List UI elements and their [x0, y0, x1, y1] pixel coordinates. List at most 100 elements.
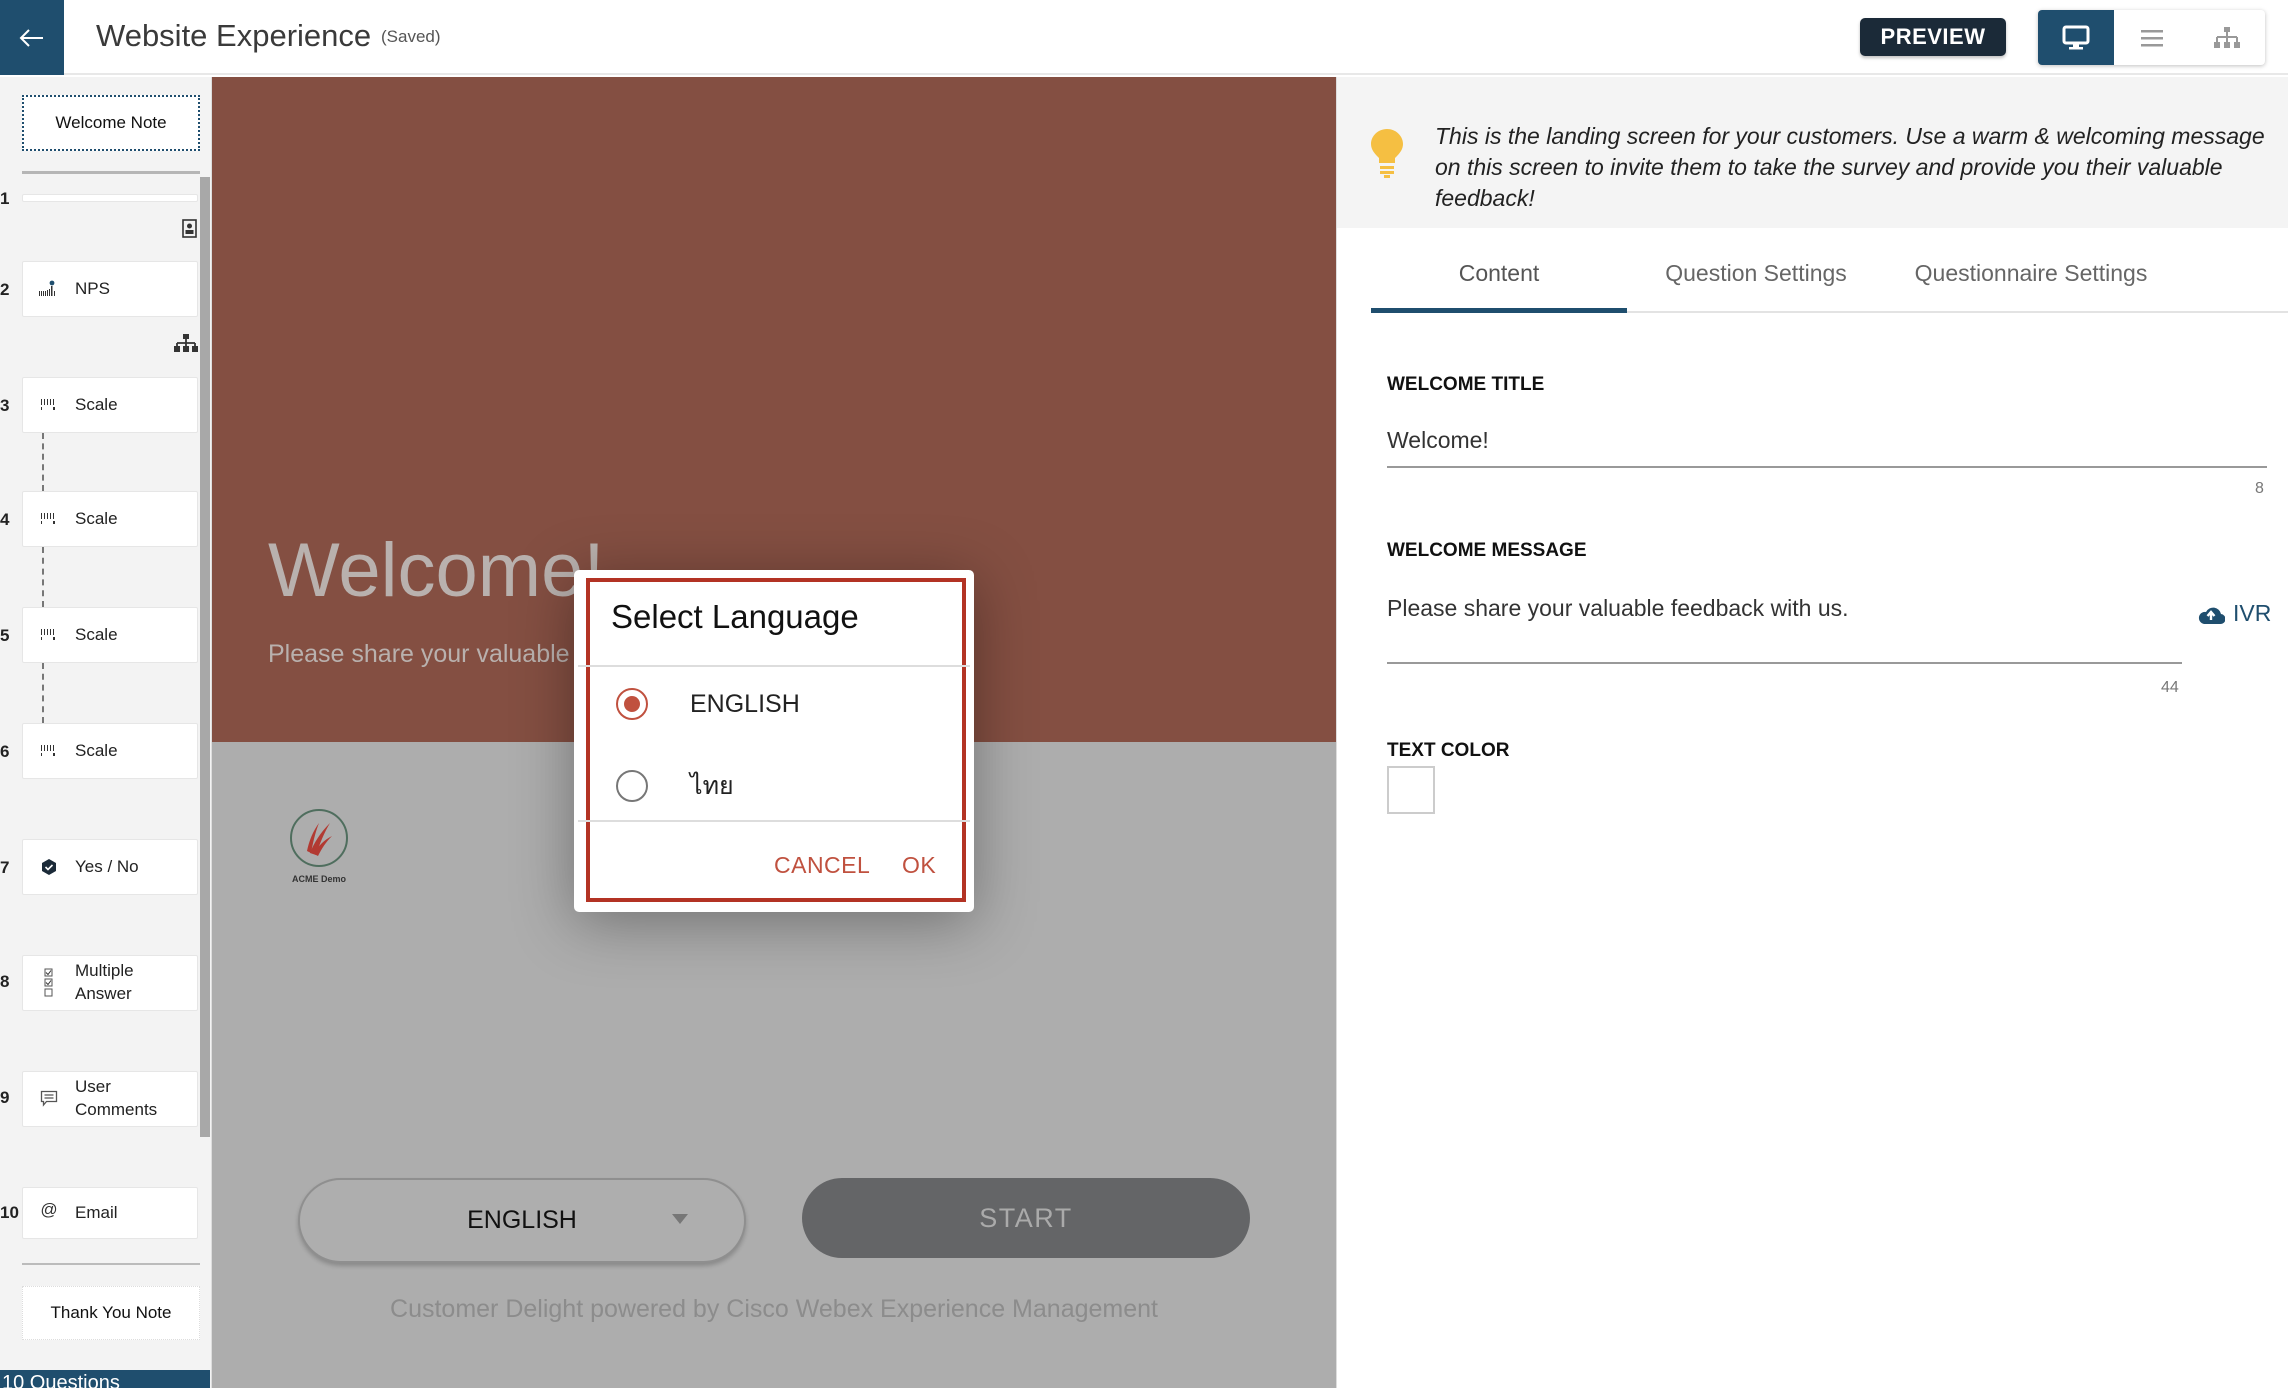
tip-banner: This is the landing screen for your cust…: [1337, 77, 2288, 228]
arrow-left-icon: [19, 28, 43, 47]
question-number: 6: [0, 742, 10, 761]
page-title: Website Experience: [96, 18, 372, 53]
sidebar-divider: [22, 1263, 200, 1265]
text-color-label: TEXT COLOR: [1387, 740, 1510, 761]
question-item-9[interactable]: User Comments: [22, 1071, 198, 1127]
radio-unselected-icon[interactable]: [616, 770, 648, 802]
welcome-message-label: WELCOME MESSAGE: [1387, 540, 1587, 561]
tab-questionnaire-settings[interactable]: Questionnaire Settings: [1885, 260, 2177, 313]
comment-icon: [40, 1090, 58, 1107]
brand-logo: ACME Demo: [284, 807, 354, 884]
language-option-thai[interactable]: ไทย: [616, 766, 734, 806]
tab-question-settings[interactable]: Question Settings: [1627, 260, 1885, 313]
question-label: User Comments: [75, 1077, 158, 1119]
question-label: Multiple Answer: [75, 961, 134, 1003]
ok-button[interactable]: OK: [902, 852, 936, 879]
skip-logic-connector: [42, 663, 44, 723]
view-mode-switch: [2038, 10, 2265, 65]
save-status: (Saved): [381, 27, 441, 46]
question-label: Email: [75, 1202, 118, 1222]
scale-icon: [41, 629, 55, 640]
question-item-8[interactable]: Multiple Answer: [22, 955, 198, 1011]
question-item-5[interactable]: Scale: [22, 607, 198, 663]
question-item-2[interactable]: NPS: [22, 261, 198, 317]
acme-logo-icon: [290, 809, 348, 867]
multiple-answer-icon: [44, 968, 53, 997]
cancel-button[interactable]: CANCEL: [774, 852, 870, 879]
tip-text: This is the landing screen for your cust…: [1435, 123, 2265, 211]
question-item-7[interactable]: Yes / No: [22, 839, 198, 895]
contact-card-icon: [182, 219, 197, 238]
powered-by-footer: Customer Delight powered by Cisco Webex …: [390, 1295, 1158, 1323]
select-language-dialog: Select Language ENGLISH ไทย CANCEL OK: [574, 570, 974, 912]
question-number: 8: [0, 972, 10, 991]
app-header: Website Experience (Saved) PREVIEW: [0, 0, 2288, 75]
logo-text: ACME Demo: [291, 874, 346, 884]
welcome-title-label: WELCOME TITLE: [1387, 374, 1545, 395]
language-dropdown[interactable]: ENGLISH: [298, 1178, 746, 1263]
question-item-4[interactable]: Scale: [22, 491, 198, 547]
hierarchy-icon: [2214, 26, 2241, 48]
cloud-upload-icon: [2198, 607, 2225, 624]
desktop-icon: [2062, 25, 2090, 49]
question-number: 7: [0, 858, 10, 877]
scale-icon: [41, 745, 55, 756]
scale-icon: [41, 513, 55, 524]
question-item-10[interactable]: @ Email: [22, 1187, 198, 1239]
nps-icon: [39, 280, 55, 296]
question-label: NPS: [75, 278, 110, 298]
view-desktop-button[interactable]: [2038, 10, 2114, 65]
welcome-title-input[interactable]: [1387, 427, 2267, 468]
yes-no-icon: [42, 859, 56, 875]
preview-welcome-title: Welcome!: [268, 528, 605, 613]
question-number: 4: [0, 510, 10, 529]
text-color-swatch[interactable]: [1387, 766, 1435, 814]
thank-you-note-item[interactable]: Thank You Note: [22, 1286, 200, 1340]
tab-content[interactable]: Content: [1371, 260, 1627, 313]
branching-icon: [174, 334, 198, 352]
question-sidebar: Welcome Note 1 2 NPS 3 Scale 4 Scale 5 S…: [0, 77, 212, 1388]
scale-icon: [41, 399, 55, 410]
ivr-label: IVR: [2233, 600, 2272, 626]
question-label: Scale: [75, 394, 118, 414]
question-item-1[interactable]: [22, 194, 198, 202]
lightbulb-icon: [1371, 129, 1403, 178]
welcome-message-input[interactable]: [1387, 595, 2182, 664]
dialog-divider: [578, 665, 970, 667]
sidebar-scrollbar[interactable]: [200, 177, 210, 1137]
question-number: 5: [0, 626, 10, 645]
dialog-divider: [578, 820, 970, 822]
ivr-upload-button[interactable]: IVR: [2197, 600, 2271, 627]
preview-button[interactable]: PREVIEW: [1860, 18, 2006, 56]
skip-logic-connector: [42, 433, 44, 491]
question-label: Scale: [75, 740, 118, 760]
at-icon: @: [40, 1200, 58, 1219]
question-number: 9: [0, 1088, 10, 1107]
back-button[interactable]: [0, 0, 64, 75]
language-option-label: ไทย: [690, 772, 734, 800]
view-list-button[interactable]: [2114, 10, 2190, 65]
question-item-6[interactable]: Scale: [22, 723, 198, 779]
question-label: Scale: [75, 624, 118, 644]
caret-down-icon: [672, 1214, 688, 1224]
question-number: 2: [0, 280, 10, 299]
language-dropdown-value: ENGLISH: [467, 1206, 577, 1234]
questions-count-bar[interactable]: 10 Questions: [0, 1370, 210, 1388]
language-option-label: ENGLISH: [690, 689, 800, 718]
question-label: Scale: [75, 508, 118, 528]
view-hierarchy-button[interactable]: [2190, 10, 2266, 65]
language-option-english[interactable]: ENGLISH: [616, 688, 800, 720]
welcome-title-char-count: 8: [2255, 480, 2264, 497]
dialog-title: Select Language: [611, 598, 859, 635]
properties-panel: This is the landing screen for your cust…: [1336, 77, 2288, 1388]
question-number: 1: [0, 189, 10, 208]
list-icon: [2140, 29, 2163, 46]
welcome-note-item[interactable]: Welcome Note: [22, 95, 200, 151]
welcome-message-char-count: 44: [2161, 679, 2179, 696]
radio-selected-icon[interactable]: [616, 688, 648, 720]
question-item-3[interactable]: Scale: [22, 377, 198, 433]
settings-tabs: Content Question Settings Questionnaire …: [1371, 260, 2288, 313]
start-button[interactable]: START: [802, 1178, 1250, 1258]
sidebar-divider: [22, 171, 200, 174]
question-number: 3: [0, 396, 10, 415]
